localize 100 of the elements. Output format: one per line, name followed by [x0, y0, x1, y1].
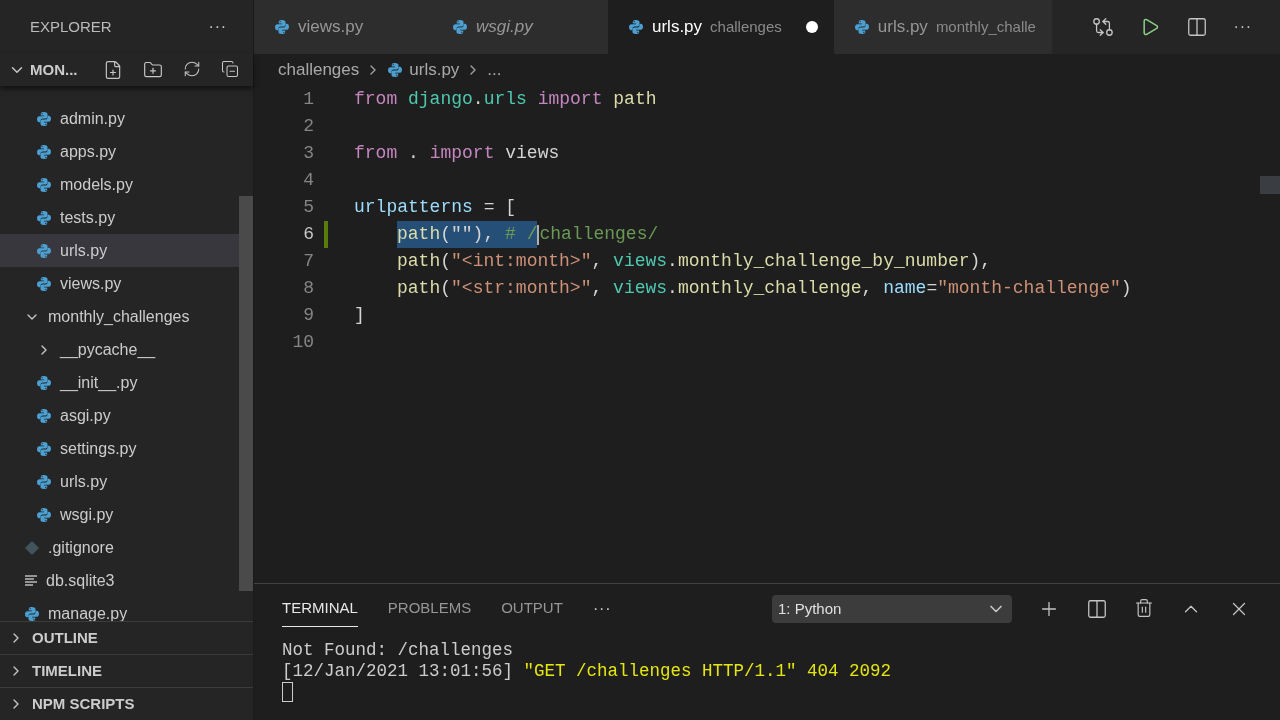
line-number: 4 [302, 169, 314, 192]
file-name: settings.py [60, 438, 137, 459]
terminal-select[interactable]: 1: Python [772, 595, 1012, 623]
python-icon [36, 110, 52, 127]
code-token: # / [505, 221, 538, 248]
code-token: . [667, 277, 678, 300]
line-number: 10 [291, 331, 314, 354]
code-token: name [883, 277, 927, 300]
python-icon [36, 176, 52, 193]
file-name: wsgi.py [60, 504, 114, 525]
code-token: "month-challenge" [937, 277, 1121, 300]
diamond-icon [24, 539, 40, 556]
tree-item[interactable]: admin.py [0, 102, 239, 135]
tree-item[interactable]: settings.py [0, 432, 239, 465]
file-name: urls.py [60, 240, 108, 261]
code-token: views [613, 277, 668, 300]
tree-item[interactable]: asgi.py [0, 399, 239, 432]
tree-item[interactable]: __init__.py [0, 366, 239, 399]
compare-icon[interactable] [1091, 16, 1114, 38]
scrollbar[interactable] [239, 196, 253, 591]
python-icon [36, 440, 52, 457]
tree-item[interactable]: monthly_challenges [0, 300, 239, 333]
panel-tab[interactable]: OUTPUT [501, 591, 563, 627]
section-header[interactable]: TIMELINE [0, 654, 253, 687]
tab-description: monthly_challe [935, 16, 1036, 37]
split-editor-icon[interactable] [1185, 16, 1208, 38]
python-icon [36, 473, 52, 490]
collapse-icon[interactable] [221, 60, 239, 78]
tree-item[interactable]: models.py [0, 168, 239, 201]
editor-tab[interactable]: wsgi.py [432, 0, 608, 54]
refresh-icon[interactable] [183, 60, 201, 78]
line-number: 3 [302, 142, 314, 165]
tree-item[interactable]: urls.py [0, 465, 239, 498]
tree-item[interactable]: apps.py [0, 135, 239, 168]
more-button[interactable]: ··· [592, 597, 612, 621]
python-icon [24, 605, 40, 621]
more-button[interactable]: ··· [1233, 15, 1252, 39]
python-icon [36, 506, 52, 523]
code-token: "<str:month>" [451, 277, 592, 300]
new-file-icon[interactable] [103, 60, 123, 80]
code-token: from [354, 88, 399, 111]
trash-icon[interactable] [1134, 598, 1154, 618]
breadcrumb[interactable]: ... [487, 57, 502, 83]
file-name: models.py [60, 174, 133, 195]
code-token: ( [440, 277, 452, 300]
tree-item[interactable]: urls.py [0, 234, 239, 267]
tree-item[interactable]: tests.py [0, 201, 239, 234]
tree-item[interactable]: __pycache__ [0, 333, 239, 366]
breadcrumb[interactable]: urls.py [409, 57, 460, 83]
code-token: from [354, 142, 399, 165]
tree-item[interactable]: db.sqlite3 [0, 564, 239, 597]
line-number: 7 [302, 250, 314, 273]
file-name: manage.py [48, 603, 128, 621]
editor-tab[interactable]: urls.py monthly_challe [833, 0, 1052, 54]
tree-item[interactable]: views.py [0, 267, 239, 300]
python-icon [36, 209, 52, 226]
python-icon [36, 374, 52, 391]
file-name: __init__.py [60, 372, 138, 394]
python-icon [853, 19, 870, 35]
code-token: , [861, 277, 874, 300]
file-name: __pycache__ [60, 339, 156, 361]
file-name: urls.py [60, 471, 108, 492]
breadcrumb[interactable]: challenges [278, 57, 360, 83]
panel-tab[interactable]: TERMINAL [282, 591, 358, 627]
code-token: "<int:month>" [451, 250, 592, 273]
tree-item[interactable]: .gitignore [0, 531, 239, 564]
new-folder-icon[interactable] [143, 60, 163, 80]
panel-tab[interactable]: PROBLEMS [387, 591, 472, 627]
python-icon [452, 19, 468, 35]
code-token: (""), [440, 221, 506, 248]
line-number: 2 [302, 115, 314, 138]
python-icon [36, 242, 52, 259]
terminal-text: Not Found: /challenges [282, 640, 514, 661]
more-button[interactable]: ··· [208, 15, 227, 39]
section-header[interactable]: NPM SCRIPTS [0, 687, 253, 720]
code-token: path [613, 88, 657, 111]
tab-label: wsgi.py [476, 16, 533, 39]
folder-header[interactable]: MON... [0, 54, 253, 86]
code-token: path [396, 277, 441, 300]
terminal-text: "GET /challenges HTTP/1.1" 404 2092 [523, 661, 892, 682]
code-token: import [537, 88, 604, 111]
code-token: views [505, 142, 560, 165]
section-title: NPM SCRIPTS [32, 693, 135, 714]
tree-item[interactable]: manage.py [0, 597, 239, 621]
editor-tab[interactable]: views.py [254, 0, 432, 54]
file-name: monthly_challenges [48, 306, 190, 327]
tree-item[interactable]: wsgi.py [0, 498, 239, 531]
code-token: django [408, 88, 473, 111]
editor-tab[interactable]: urls.py challenges [608, 0, 834, 54]
code-token: ), [969, 250, 992, 273]
split-terminal-icon[interactable] [1086, 598, 1108, 620]
file-name: tests.py [60, 207, 116, 228]
tab-description: challenges [710, 16, 782, 37]
tab-label: views.py [298, 16, 364, 39]
code-token: path [396, 250, 441, 273]
python-icon [36, 143, 52, 160]
python-icon [36, 407, 52, 424]
section-header[interactable]: OUTLINE [0, 621, 253, 654]
code-token: ] [354, 304, 365, 327]
code-token: import [429, 142, 496, 165]
